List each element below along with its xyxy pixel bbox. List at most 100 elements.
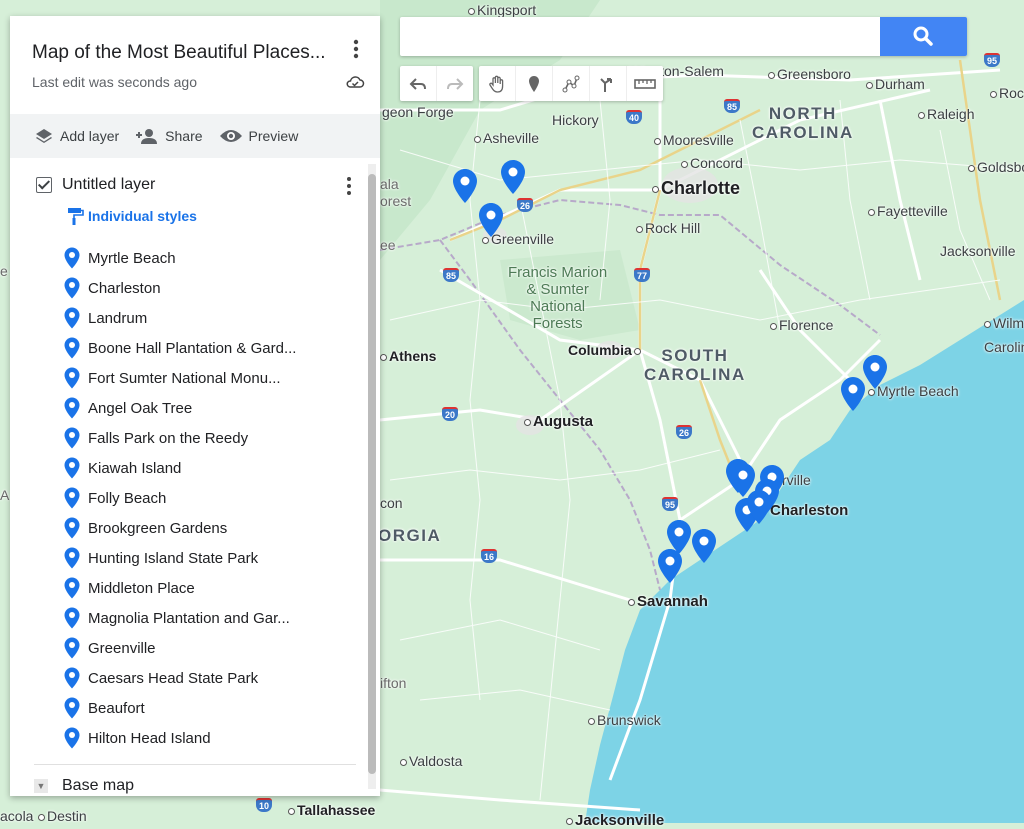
layer-items-list: Myrtle Beach Charleston Landrum Boone Hall … xyxy=(64,243,296,753)
layer-name[interactable]: Untitled layer xyxy=(62,176,155,194)
layer-item-label: Myrtle Beach xyxy=(88,249,176,267)
place-kingsport: Kingsport xyxy=(468,2,536,18)
place-durham: Durham xyxy=(866,76,925,92)
measure-button[interactable] xyxy=(627,66,663,101)
measure-icon xyxy=(634,78,656,89)
layer-item-label: Landrum xyxy=(88,309,148,327)
layer-visibility-checkbox[interactable] xyxy=(36,177,52,193)
layer-item[interactable]: Folly Beach xyxy=(64,483,296,513)
search-icon xyxy=(913,26,933,46)
add-person-icon xyxy=(136,129,158,144)
preview-button[interactable]: Preview xyxy=(219,128,298,144)
marker-icon xyxy=(64,727,80,749)
place-jacksonville-fl: Jacksonville xyxy=(566,812,664,829)
panel-scrollbar[interactable] xyxy=(368,164,376,789)
map-pin-kiawah[interactable] xyxy=(691,528,717,564)
map-pin-greenville[interactable] xyxy=(478,202,504,238)
highway-shield: 85 xyxy=(443,268,460,282)
layer-item[interactable]: Myrtle Beach xyxy=(64,243,296,273)
highway-shield: 77 xyxy=(634,268,651,282)
place-summerville: rville xyxy=(782,472,811,488)
highway-shield: 26 xyxy=(676,425,693,439)
place-mooresville: Mooresville xyxy=(654,132,734,148)
layer-item[interactable]: Beaufort xyxy=(64,693,296,723)
highway-shield: 95 xyxy=(662,497,679,511)
add-marker-button[interactable] xyxy=(516,66,553,101)
highway-shield: 16 xyxy=(481,549,498,563)
layer-item-label: Caesars Head State Park xyxy=(88,669,259,687)
layer-item[interactable]: Charleston xyxy=(64,273,296,303)
layer-item[interactable]: Greenville xyxy=(64,633,296,663)
share-label: Share xyxy=(165,128,203,144)
highway-shield: 20 xyxy=(442,407,459,421)
highway-shield: 85 xyxy=(724,99,741,113)
layer-item[interactable]: Magnolia Plantation and Gar... xyxy=(64,603,296,633)
search-box xyxy=(400,17,967,56)
map-pin-landrum[interactable] xyxy=(500,159,526,195)
marker-icon xyxy=(64,457,80,479)
layer-item[interactable]: Landrum xyxy=(64,303,296,333)
directions-icon xyxy=(600,77,612,92)
tools-group xyxy=(479,66,663,101)
add-layer-button[interactable]: Add layer xyxy=(34,127,119,145)
map-pin-charleston[interactable] xyxy=(746,489,772,525)
map-pin-caesars-head[interactable] xyxy=(452,168,478,204)
directions-button[interactable] xyxy=(590,66,627,101)
place-roc: Roc xyxy=(990,85,1024,101)
place-savannah: Savannah xyxy=(628,593,708,610)
place-brunswick: Brunswick xyxy=(588,712,661,728)
search-input[interactable] xyxy=(408,23,872,51)
base-map-label: Base map xyxy=(62,777,135,794)
layer-item-label: Boone Hall Plantation & Gard... xyxy=(88,339,297,357)
layer-item[interactable]: Hunting Island State Park xyxy=(64,543,296,573)
map-pin-hilton-head[interactable] xyxy=(657,548,683,584)
marker-icon xyxy=(64,247,80,269)
layer-item[interactable]: Angel Oak Tree xyxy=(64,393,296,423)
place-florence: Florence xyxy=(770,317,833,333)
marker-icon xyxy=(64,487,80,509)
marker-icon xyxy=(64,637,80,659)
marker-icon xyxy=(64,307,80,329)
scrollbar-thumb[interactable] xyxy=(368,174,376,774)
layer-item[interactable]: Falls Park on the Reedy xyxy=(64,423,296,453)
undo-icon xyxy=(409,77,426,90)
layer-item[interactable]: Caesars Head State Park xyxy=(64,663,296,693)
redo-button[interactable] xyxy=(437,66,473,101)
marker-icon xyxy=(64,517,80,539)
layer-options-kebab-icon[interactable] xyxy=(346,176,352,196)
layer-item-label: Kiawah Island xyxy=(88,459,182,477)
map-options-kebab-icon[interactable] xyxy=(352,38,360,60)
base-map-section[interactable]: ▼ Base map xyxy=(34,764,356,795)
place-macon: con xyxy=(380,495,403,511)
search-button[interactable] xyxy=(880,17,967,56)
share-button[interactable]: Share xyxy=(135,127,203,145)
draw-line-button[interactable] xyxy=(553,66,590,101)
marker-icon xyxy=(64,427,80,449)
map-title[interactable]: Map of the Most Beautiful Places... xyxy=(32,42,352,64)
layer-item[interactable]: Kiawah Island xyxy=(64,453,296,483)
place-fayetteville: Fayetteville xyxy=(868,203,948,219)
layer-item[interactable]: Brookgreen Gardens xyxy=(64,513,296,543)
place-tifton: ifton xyxy=(380,675,407,691)
layer-item-label: Fort Sumter National Monu... xyxy=(88,369,281,387)
select-hand-button[interactable] xyxy=(479,66,516,101)
add-marker-icon xyxy=(529,75,539,92)
marker-icon xyxy=(64,277,80,299)
add-layer-label: Add layer xyxy=(60,128,120,144)
place-tallahassee: Tallahassee xyxy=(288,802,375,818)
layer-item[interactable]: Fort Sumter National Monu... xyxy=(64,363,296,393)
place-athens: Athens xyxy=(380,348,436,364)
place-jacksonville-nc: Jacksonville xyxy=(940,243,1016,259)
place-pensacola: acola xyxy=(0,808,34,824)
layer-item-label: Folly Beach xyxy=(88,489,167,507)
chevron-down-icon: ▼ xyxy=(34,779,48,793)
layer-item[interactable]: Hilton Head Island xyxy=(64,723,296,753)
undo-redo-group xyxy=(400,66,473,101)
layer-item[interactable]: Boone Hall Plantation & Gard... xyxy=(64,333,296,363)
individual-styles-link[interactable]: Individual styles xyxy=(66,206,197,226)
map-pin-myrtle-beach[interactable] xyxy=(862,354,888,390)
layer-item-label: Greenville xyxy=(88,639,156,657)
undo-button[interactable] xyxy=(400,66,437,101)
layer-item[interactable]: Middleton Place xyxy=(64,573,296,603)
forest-label: Francis Marion & Sumter National Forests xyxy=(508,264,608,332)
